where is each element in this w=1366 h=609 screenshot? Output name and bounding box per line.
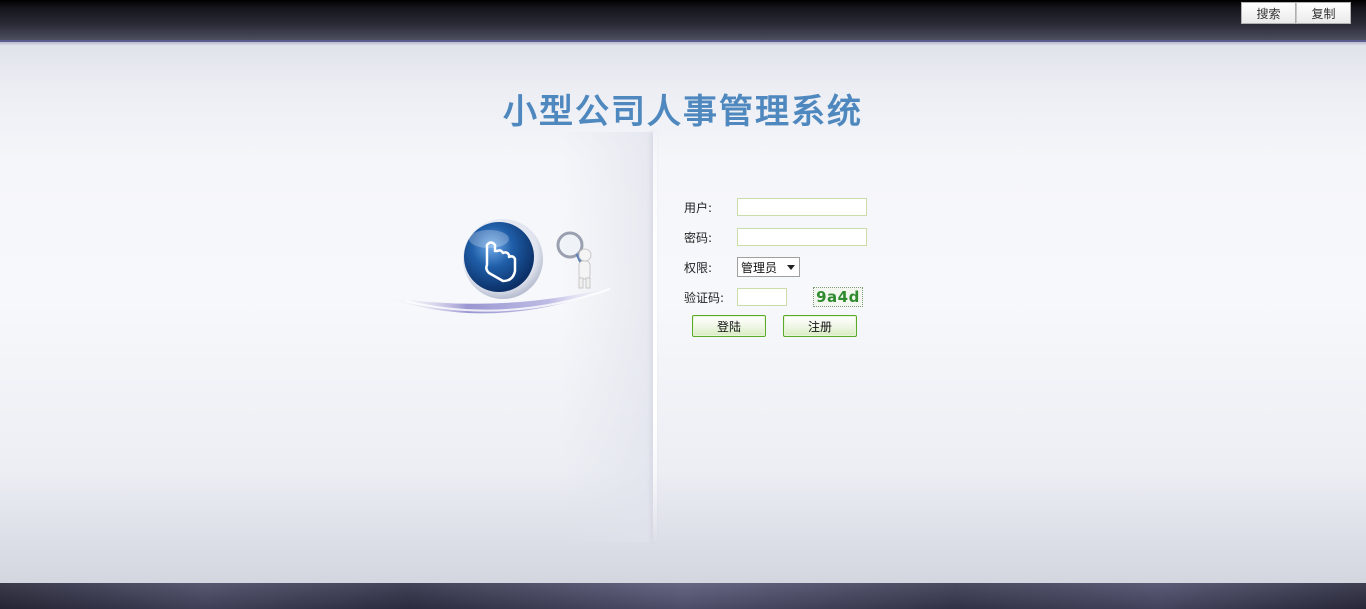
captcha-input[interactable] xyxy=(737,288,787,306)
pointing-hand-globe-icon xyxy=(385,219,620,314)
role-select[interactable]: 管理员 xyxy=(737,257,800,277)
page-title: 小型公司人事管理系统 xyxy=(503,92,863,132)
vertical-divider xyxy=(653,132,657,542)
left-panel-shade xyxy=(560,132,653,542)
login-button[interactable]: 登陆 xyxy=(692,315,766,337)
role-selected-value: 管理员 xyxy=(741,260,778,275)
search-button[interactable]: 搜索 xyxy=(1241,2,1296,24)
captcha-label: 验证码: xyxy=(684,290,725,305)
captcha-row: 验证码: 9a4d xyxy=(684,286,863,308)
top-bar-shadow xyxy=(0,42,1366,45)
top-bar xyxy=(0,0,1366,40)
role-label: 权限: xyxy=(684,260,713,275)
username-input[interactable] xyxy=(737,198,867,216)
password-label: 密码: xyxy=(684,230,713,245)
password-input[interactable] xyxy=(737,228,867,246)
password-row: 密码: xyxy=(684,226,867,248)
captcha-image[interactable]: 9a4d xyxy=(813,287,863,307)
bottom-bar-shine xyxy=(0,583,1366,609)
login-page: 搜索 复制 小型公司人事管理系统 用户: 密码: 权限: 管理员 验证码: 9a… xyxy=(0,0,1366,609)
copy-button[interactable]: 复制 xyxy=(1296,2,1351,24)
role-row: 权限: 管理员 xyxy=(684,256,800,278)
user-row: 用户: xyxy=(684,196,867,218)
top-toolbar: 搜索 复制 xyxy=(1241,2,1351,24)
register-button[interactable]: 注册 xyxy=(783,315,857,337)
chevron-down-icon xyxy=(787,265,795,270)
user-label: 用户: xyxy=(684,200,713,215)
